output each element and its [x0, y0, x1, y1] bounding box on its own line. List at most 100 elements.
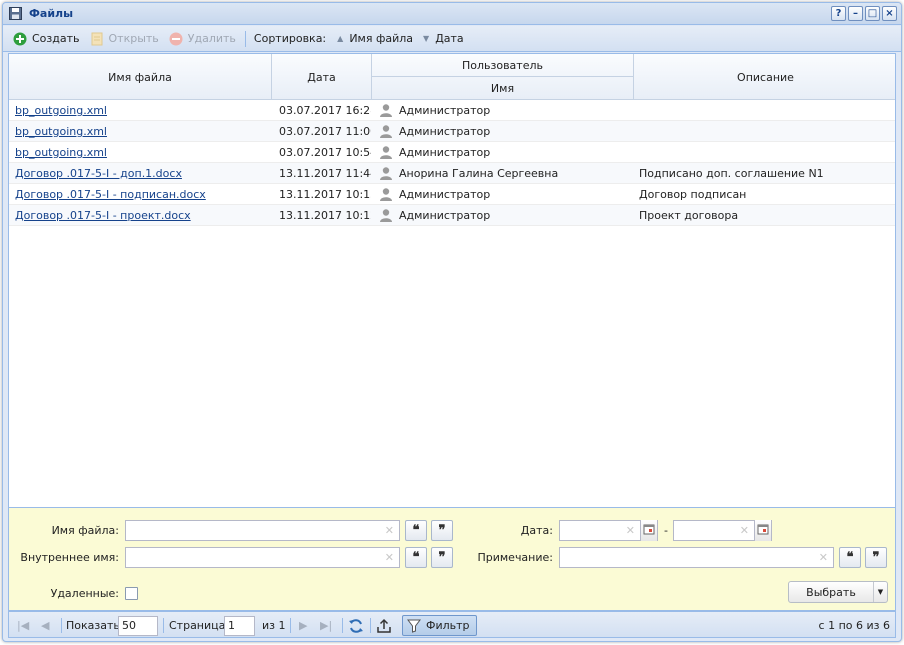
clear-icon[interactable]: ✕ [626, 524, 635, 537]
date-cell: 13.11.2017 10:12 [279, 209, 371, 222]
date-cell: 13.11.2017 11:44 [279, 167, 371, 180]
clear-icon[interactable]: ✕ [740, 524, 749, 537]
user-cell: Администратор [379, 205, 629, 226]
quote-close-button[interactable]: ❞ [431, 520, 453, 541]
table-row[interactable]: bp_outgoing.xml 03.07.2017 11:00 Админис… [9, 121, 895, 142]
add-icon [13, 32, 27, 46]
funnel-icon [407, 619, 421, 633]
user-icon [380, 125, 392, 138]
table-row[interactable]: bp_outgoing.xml 03.07.2017 10:54 Админис… [9, 142, 895, 163]
description-cell: Проект договора [639, 209, 739, 222]
clear-icon[interactable]: ✕ [819, 551, 828, 564]
filename-filter-input[interactable]: ✕ [125, 520, 400, 541]
minimize-tool-button[interactable]: – [848, 6, 863, 21]
files-grid: Имя файла Дата Пользователь Имя Описание… [8, 53, 896, 508]
file-link[interactable]: bp_outgoing.xml [15, 125, 107, 138]
select-split-button[interactable]: Выбрать ▼ [788, 581, 888, 603]
quote-close-button[interactable]: ❞ [431, 547, 453, 568]
window-tools: ? – □ × [831, 6, 897, 21]
date-cell: 13.11.2017 10:13 [279, 188, 371, 201]
calendar-icon[interactable] [640, 520, 657, 541]
column-header-filename[interactable]: Имя файла [9, 54, 272, 100]
note-filter-label: Примечание: [477, 551, 553, 564]
user-name: Администратор [399, 125, 491, 138]
sort-label: Сортировка: [253, 32, 327, 45]
file-link[interactable]: Договор .017-5-I - доп.1.docx [15, 167, 182, 180]
paging-toolbar: |◀ ◀ Показать 50 Страница 1 из 1 ▶ ▶| Фи… [8, 611, 896, 638]
column-header-date[interactable]: Дата [272, 54, 372, 100]
last-page-icon[interactable]: ▶| [320, 612, 332, 639]
page-size-input[interactable]: 50 [118, 616, 158, 636]
open-file-icon [90, 32, 104, 46]
refresh-icon[interactable] [348, 612, 364, 639]
first-page-icon[interactable]: |◀ [17, 612, 29, 639]
sort-desc-icon: ▼ [423, 34, 430, 43]
date-to-input[interactable]: ✕ [673, 520, 772, 541]
deleted-checkbox[interactable] [125, 587, 138, 600]
files-window: Файлы ? – □ × Создать Открыть Удалить Со… [2, 2, 902, 642]
sort-by-filename-button[interactable]: ▲ Имя файла [332, 28, 418, 50]
file-link[interactable]: Договор .017-5-I - подписан.docx [15, 188, 206, 201]
user-name: Анорина Галина Сергеевна [399, 167, 559, 180]
filter-panel: Имя файла: ✕ ❝ ❞ Дата: ✕ - ✕ Внутреннее … [8, 508, 896, 611]
internal-name-filter-input[interactable]: ✕ [125, 547, 400, 568]
pager-separator [370, 618, 371, 633]
file-link[interactable]: Договор .017-5-I - проект.docx [15, 209, 191, 222]
table-row[interactable]: bp_outgoing.xml 03.07.2017 16:28 Админис… [9, 100, 895, 121]
page-label: Страница [169, 619, 226, 632]
export-icon[interactable] [376, 612, 392, 639]
column-header-user-name[interactable]: Имя [372, 76, 634, 100]
file-link[interactable]: bp_outgoing.xml [15, 146, 107, 159]
calendar-icon[interactable] [754, 520, 771, 541]
column-header-description[interactable]: Описание [634, 54, 895, 100]
file-link[interactable]: bp_outgoing.xml [15, 104, 107, 117]
pager-separator [61, 618, 62, 633]
create-button[interactable]: Создать [8, 28, 85, 50]
grid-body: bp_outgoing.xml 03.07.2017 16:28 Админис… [9, 100, 895, 226]
user-cell: Администратор [379, 142, 629, 163]
sort-by-date-button[interactable]: ▼ Дата [418, 28, 469, 50]
table-row[interactable]: Договор .017-5-I - подписан.docx 13.11.2… [9, 184, 895, 205]
grid-header: Имя файла Дата Пользователь Имя Описание [9, 54, 895, 100]
clear-icon[interactable]: ✕ [385, 524, 394, 537]
user-name: Администратор [399, 188, 491, 201]
chevron-down-icon[interactable]: ▼ [873, 582, 887, 602]
user-cell: Анорина Галина Сергеевна [379, 163, 629, 184]
user-cell: Администратор [379, 121, 629, 142]
table-row[interactable]: Договор .017-5-I - проект.docx 13.11.201… [9, 205, 895, 226]
window-titlebar: Файлы ? – □ × [3, 3, 901, 25]
description-cell: Договор подписан [639, 188, 747, 201]
close-tool-button[interactable]: × [882, 6, 897, 21]
user-cell: Администратор [379, 184, 629, 205]
clear-icon[interactable]: ✕ [385, 551, 394, 564]
note-filter-input[interactable]: ✕ [559, 547, 834, 568]
quote-open-button[interactable]: ❝ [839, 547, 861, 568]
next-page-icon[interactable]: ▶ [299, 612, 307, 639]
help-tool-button[interactable]: ? [831, 6, 846, 21]
page-number-input[interactable]: 1 [224, 616, 255, 636]
deleted-filter-label: Удаленные: [50, 587, 119, 600]
date-filter-label: Дата: [520, 524, 553, 537]
create-button-label: Создать [32, 32, 80, 45]
paging-summary: с 1 по 6 из 6 [818, 619, 890, 632]
page-size-label: Показать [66, 619, 120, 632]
user-cell: Администратор [379, 100, 629, 121]
table-row[interactable]: Договор .017-5-I - доп.1.docx 13.11.2017… [9, 163, 895, 184]
quote-open-button[interactable]: ❝ [405, 547, 427, 568]
quote-open-button[interactable]: ❝ [405, 520, 427, 541]
date-from-input[interactable]: ✕ [559, 520, 658, 541]
date-cell: 03.07.2017 11:00 [279, 125, 371, 138]
open-button[interactable]: Открыть [85, 28, 164, 50]
quote-close-button[interactable]: ❞ [865, 547, 887, 568]
description-cell [639, 121, 894, 142]
prev-page-icon[interactable]: ◀ [41, 612, 49, 639]
filter-toggle-button[interactable]: Фильтр [402, 615, 477, 636]
main-toolbar: Создать Открыть Удалить Сортировка: ▲ Им… [3, 26, 901, 52]
user-icon [380, 167, 392, 180]
sort-filename-label: Имя файла [349, 32, 414, 45]
sort-asc-icon: ▲ [337, 34, 344, 43]
delete-button[interactable]: Удалить [164, 28, 241, 50]
pager-separator [290, 618, 291, 633]
maximize-tool-button[interactable]: □ [865, 6, 880, 21]
internal-name-filter-label: Внутреннее имя: [20, 551, 119, 564]
